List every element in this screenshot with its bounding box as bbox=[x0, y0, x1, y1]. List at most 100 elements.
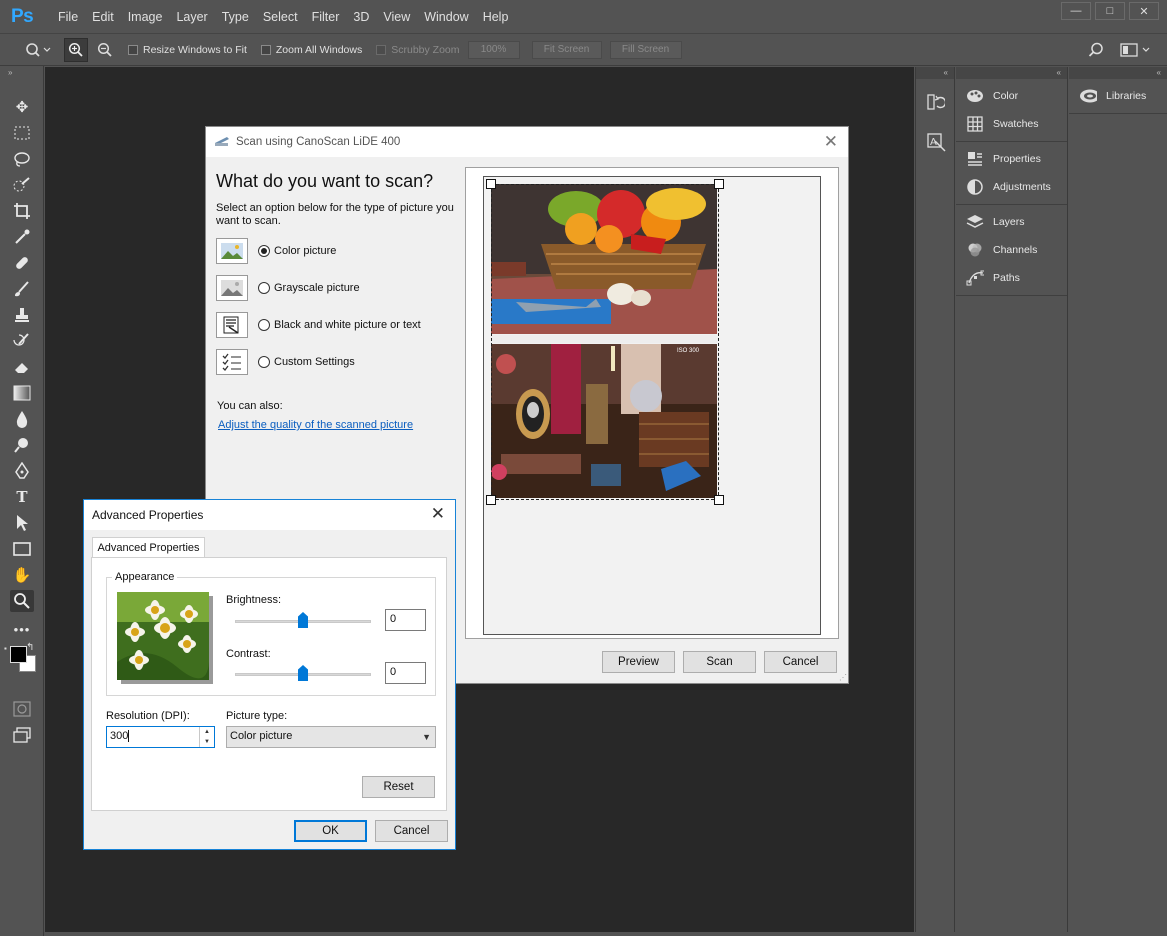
panel-tab-layers[interactable]: Layers bbox=[956, 208, 1067, 236]
workspace-switcher-icon[interactable] bbox=[1120, 42, 1150, 58]
collapse-panels-icon[interactable]: « bbox=[956, 67, 1067, 79]
menu-image[interactable]: Image bbox=[121, 10, 170, 24]
zoom-all-windows-checkbox[interactable]: Zoom All Windows bbox=[260, 44, 362, 56]
healing-brush-tool-icon[interactable] bbox=[10, 252, 34, 274]
menu-help[interactable]: Help bbox=[476, 10, 516, 24]
collapse-dock-icon[interactable]: « bbox=[916, 67, 954, 79]
menu-edit[interactable]: Edit bbox=[85, 10, 121, 24]
quick-selection-tool-icon[interactable] bbox=[10, 174, 34, 196]
swap-colors-icon[interactable]: ↰ bbox=[26, 642, 34, 653]
contrast-slider-thumb[interactable] bbox=[298, 665, 308, 681]
collapse-libraries-icon[interactable]: « bbox=[1069, 67, 1167, 79]
reset-button[interactable]: Reset bbox=[362, 776, 435, 798]
crop-selection-frame[interactable] bbox=[486, 179, 724, 505]
search-icon[interactable] bbox=[1088, 42, 1104, 58]
panel-tab-swatches[interactable]: Swatches bbox=[956, 110, 1067, 138]
panel-tab-color[interactable]: Color bbox=[956, 82, 1067, 110]
menu-window[interactable]: Window bbox=[417, 10, 475, 24]
crop-handle-bottom-right[interactable] bbox=[714, 495, 724, 505]
close-icon[interactable]: ✕ bbox=[824, 132, 838, 152]
radio-button[interactable] bbox=[258, 319, 270, 331]
radio-button[interactable] bbox=[258, 245, 270, 257]
tab-advanced-properties[interactable]: Advanced Properties bbox=[92, 537, 205, 558]
menu-view[interactable]: View bbox=[376, 10, 417, 24]
appearance-label: Appearance bbox=[112, 571, 178, 583]
menu-3d[interactable]: 3D bbox=[346, 10, 376, 24]
advanced-cancel-button[interactable]: Cancel bbox=[375, 820, 448, 842]
zoom-tool-icon[interactable] bbox=[10, 590, 34, 612]
radio-button[interactable] bbox=[258, 356, 270, 368]
scrubby-zoom-checkbox[interactable]: Scrubby Zoom bbox=[376, 44, 460, 56]
quick-mask-icon[interactable] bbox=[10, 698, 34, 720]
maximize-button[interactable]: □ bbox=[1095, 2, 1125, 20]
default-colors-icon[interactable]: ▪ bbox=[4, 644, 7, 653]
rectangle-tool-icon[interactable] bbox=[10, 538, 34, 560]
zoom-in-icon[interactable] bbox=[64, 37, 88, 62]
path-selection-tool-icon[interactable] bbox=[10, 512, 34, 534]
type-tool-icon[interactable]: T bbox=[10, 486, 34, 508]
panel-tab-adjustments[interactable]: Adjustments bbox=[956, 173, 1067, 201]
menu-layer[interactable]: Layer bbox=[169, 10, 214, 24]
ok-button[interactable]: OK bbox=[294, 820, 367, 842]
move-tool-icon[interactable]: ✥ bbox=[10, 96, 34, 118]
hand-tool-icon[interactable]: ✋ bbox=[10, 564, 34, 586]
blur-tool-icon[interactable] bbox=[10, 408, 34, 430]
expand-toolbar-icon[interactable]: » bbox=[8, 68, 12, 77]
close-window-button[interactable]: ✕ bbox=[1129, 2, 1159, 20]
zoom-out-icon[interactable] bbox=[94, 42, 116, 58]
clone-stamp-tool-icon[interactable] bbox=[10, 304, 34, 326]
resolution-spinner[interactable]: ▲ ▼ bbox=[199, 727, 214, 747]
panel-tab-paths[interactable]: Paths bbox=[956, 264, 1067, 292]
zoom-tool-preset-icon[interactable] bbox=[24, 42, 52, 58]
fit-screen-button[interactable]: Fit Screen bbox=[531, 40, 602, 59]
scan-button[interactable]: Scan bbox=[683, 651, 756, 673]
option-color-picture[interactable]: Color picture bbox=[216, 238, 336, 264]
preview-button[interactable]: Preview bbox=[602, 651, 675, 673]
dodge-tool-icon[interactable] bbox=[10, 434, 34, 456]
brush-tool-icon[interactable] bbox=[10, 278, 34, 300]
zoom-100-button[interactable]: 100% bbox=[467, 40, 520, 59]
option-black-white[interactable]: Black and white picture or text bbox=[216, 312, 421, 338]
lasso-tool-icon[interactable] bbox=[10, 148, 34, 170]
minimize-button[interactable]: — bbox=[1061, 2, 1091, 20]
screen-mode-icon[interactable] bbox=[10, 724, 34, 746]
more-tools-icon[interactable]: ••• bbox=[10, 618, 34, 640]
resize-grip-icon[interactable]: ⋰ bbox=[839, 673, 847, 682]
crop-handle-top-left[interactable] bbox=[486, 179, 496, 189]
fill-screen-button[interactable]: Fill Screen bbox=[609, 40, 682, 59]
spin-up-icon[interactable]: ▲ bbox=[204, 729, 210, 735]
pen-tool-icon[interactable] bbox=[10, 460, 34, 482]
menu-file[interactable]: File bbox=[51, 10, 85, 24]
adjust-quality-link[interactable]: Adjust the quality of the scanned pictur… bbox=[218, 419, 413, 431]
crop-handle-bottom-left[interactable] bbox=[486, 495, 496, 505]
menu-select[interactable]: Select bbox=[256, 10, 305, 24]
panel-tab-label: Layers bbox=[993, 216, 1025, 228]
history-panel-icon[interactable] bbox=[927, 93, 947, 114]
scan-cancel-button[interactable]: Cancel bbox=[764, 651, 837, 673]
close-icon[interactable]: ✕ bbox=[431, 504, 445, 524]
panel-tab-libraries[interactable]: Libraries bbox=[1069, 82, 1167, 110]
swatches-grid-icon bbox=[966, 115, 984, 133]
radio-button[interactable] bbox=[258, 282, 270, 294]
marquee-tool-icon[interactable] bbox=[10, 122, 34, 144]
menu-type[interactable]: Type bbox=[215, 10, 256, 24]
crop-handle-top-right[interactable] bbox=[714, 179, 724, 189]
spin-down-icon[interactable]: ▼ bbox=[204, 739, 210, 745]
brightness-field[interactable]: 0 bbox=[385, 609, 426, 631]
option-grayscale-picture[interactable]: Grayscale picture bbox=[216, 275, 360, 301]
eraser-tool-icon[interactable] bbox=[10, 356, 34, 378]
option-custom-settings[interactable]: Custom Settings bbox=[216, 349, 355, 375]
menu-filter[interactable]: Filter bbox=[305, 10, 347, 24]
foreground-color-swatch[interactable] bbox=[10, 646, 27, 663]
brightness-slider-thumb[interactable] bbox=[298, 612, 308, 628]
gradient-tool-icon[interactable] bbox=[10, 382, 34, 404]
eyedropper-tool-icon[interactable] bbox=[10, 226, 34, 248]
glyphs-panel-icon[interactable]: A bbox=[927, 133, 947, 156]
resize-windows-checkbox[interactable]: Resize Windows to Fit bbox=[128, 44, 247, 56]
picture-type-select[interactable]: Color picture ▼ bbox=[226, 726, 436, 748]
contrast-field[interactable]: 0 bbox=[385, 662, 426, 684]
crop-tool-icon[interactable] bbox=[10, 200, 34, 222]
history-brush-tool-icon[interactable] bbox=[10, 330, 34, 352]
panel-tab-properties[interactable]: Properties bbox=[956, 145, 1067, 173]
panel-tab-channels[interactable]: Channels bbox=[956, 236, 1067, 264]
